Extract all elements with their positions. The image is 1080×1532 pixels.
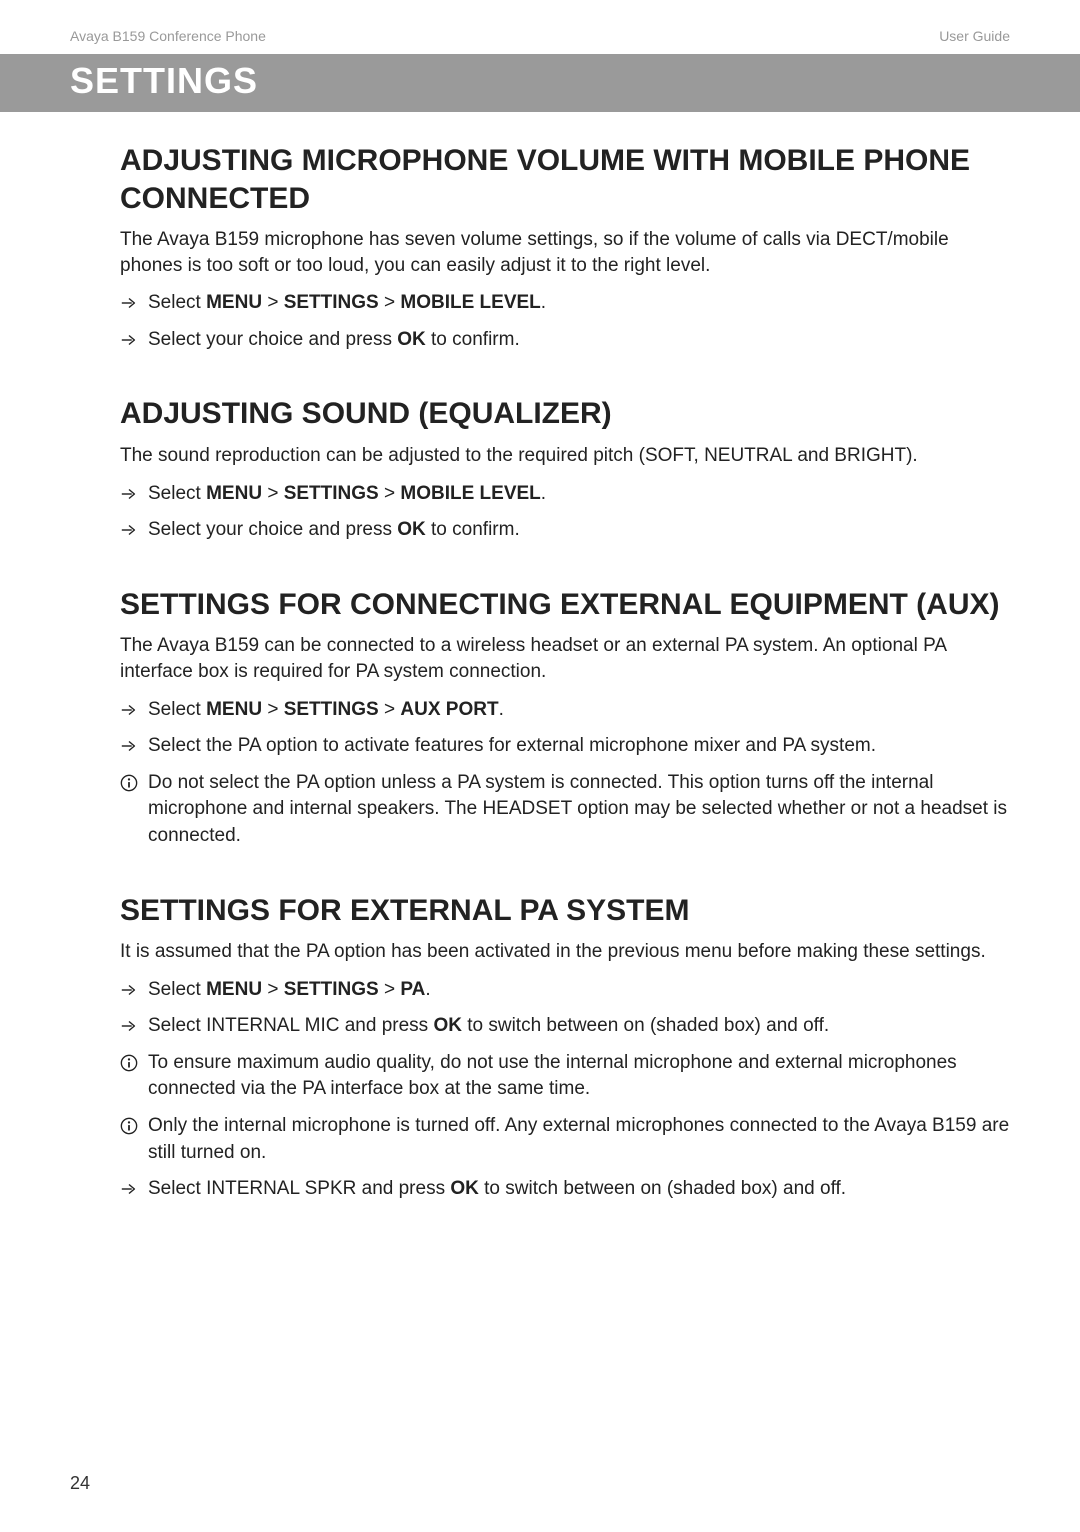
info-icon [120, 1050, 148, 1075]
arrow-icon [120, 733, 148, 758]
item-text: Select MENU > SETTINGS > MOBILE LEVEL. [148, 290, 1010, 317]
list-item: To ensure maximum audio quality, do not … [120, 1050, 1010, 1103]
section: ADJUSTING SOUND (EQUALIZER) The sound rep… [120, 395, 1010, 543]
item-text: Select INTERNAL MIC and press OK to swit… [148, 1013, 1010, 1040]
arrow-icon [120, 697, 148, 722]
page-number: 24 [70, 1473, 90, 1494]
section: SETTINGS FOR CONNECTING EXTERNAL EQUIPME… [120, 586, 1010, 850]
item-text: Select MENU > SETTINGS > MOBILE LEVEL. [148, 481, 1010, 508]
item-text: Select the PA option to activate feature… [148, 733, 1010, 760]
header-left: Avaya B159 Conference Phone [70, 28, 266, 44]
arrow-icon [120, 1013, 148, 1038]
section: SETTINGS FOR EXTERNAL PA SYSTEM It is ass… [120, 892, 1010, 1203]
list-item: Select MENU > SETTINGS > MOBILE LEVEL. [120, 290, 1010, 317]
arrow-icon [120, 290, 148, 315]
content: ADJUSTING MICROPHONE VOLUME WITH MOBILE … [0, 112, 1080, 1203]
title-bar: SETTINGS [0, 54, 1080, 112]
item-text: Select your choice and press OK to confi… [148, 517, 1010, 544]
section-heading: SETTINGS FOR CONNECTING EXTERNAL EQUIPME… [120, 586, 1010, 624]
list-item: Only the internal microphone is turned o… [120, 1113, 1010, 1166]
section-intro: The sound reproduction can be adjusted t… [120, 443, 1010, 469]
section: ADJUSTING MICROPHONE VOLUME WITH MOBILE … [120, 142, 1010, 353]
info-icon [120, 770, 148, 795]
arrow-icon [120, 1176, 148, 1201]
list-item: Select MENU > SETTINGS > AUX PORT. [120, 697, 1010, 724]
info-icon [120, 1113, 148, 1138]
arrow-icon [120, 327, 148, 352]
page-title: SETTINGS [70, 60, 1010, 102]
item-text: Select MENU > SETTINGS > AUX PORT. [148, 697, 1010, 724]
section-intro: The Avaya B159 microphone has seven volu… [120, 227, 1010, 278]
list-item: Do not select the PA option unless a PA … [120, 770, 1010, 850]
section-heading: SETTINGS FOR EXTERNAL PA SYSTEM [120, 892, 1010, 930]
arrow-icon [120, 481, 148, 506]
list-item: Select MENU > SETTINGS > PA. [120, 977, 1010, 1004]
list-item: Select your choice and press OK to confi… [120, 517, 1010, 544]
list-item: Select the PA option to activate feature… [120, 733, 1010, 760]
section-heading: ADJUSTING SOUND (EQUALIZER) [120, 395, 1010, 433]
item-text: Select your choice and press OK to confi… [148, 327, 1010, 354]
list-item: Select INTERNAL MIC and press OK to swit… [120, 1013, 1010, 1040]
section-intro: It is assumed that the PA option has bee… [120, 939, 1010, 965]
item-text: Select INTERNAL SPKR and press OK to swi… [148, 1176, 1010, 1203]
list-item: Select INTERNAL SPKR and press OK to swi… [120, 1176, 1010, 1203]
header-right: User Guide [939, 28, 1010, 44]
section-intro: The Avaya B159 can be connected to a wir… [120, 633, 1010, 684]
section-heading: ADJUSTING MICROPHONE VOLUME WITH MOBILE … [120, 142, 1010, 217]
item-text: Do not select the PA option unless a PA … [148, 770, 1010, 850]
list-item: Select MENU > SETTINGS > MOBILE LEVEL. [120, 481, 1010, 508]
item-text: To ensure maximum audio quality, do not … [148, 1050, 1010, 1103]
header-row: Avaya B159 Conference Phone User Guide [0, 0, 1080, 54]
arrow-icon [120, 517, 148, 542]
item-text: Select MENU > SETTINGS > PA. [148, 977, 1010, 1004]
item-text: Only the internal microphone is turned o… [148, 1113, 1010, 1166]
arrow-icon [120, 977, 148, 1002]
list-item: Select your choice and press OK to confi… [120, 327, 1010, 354]
